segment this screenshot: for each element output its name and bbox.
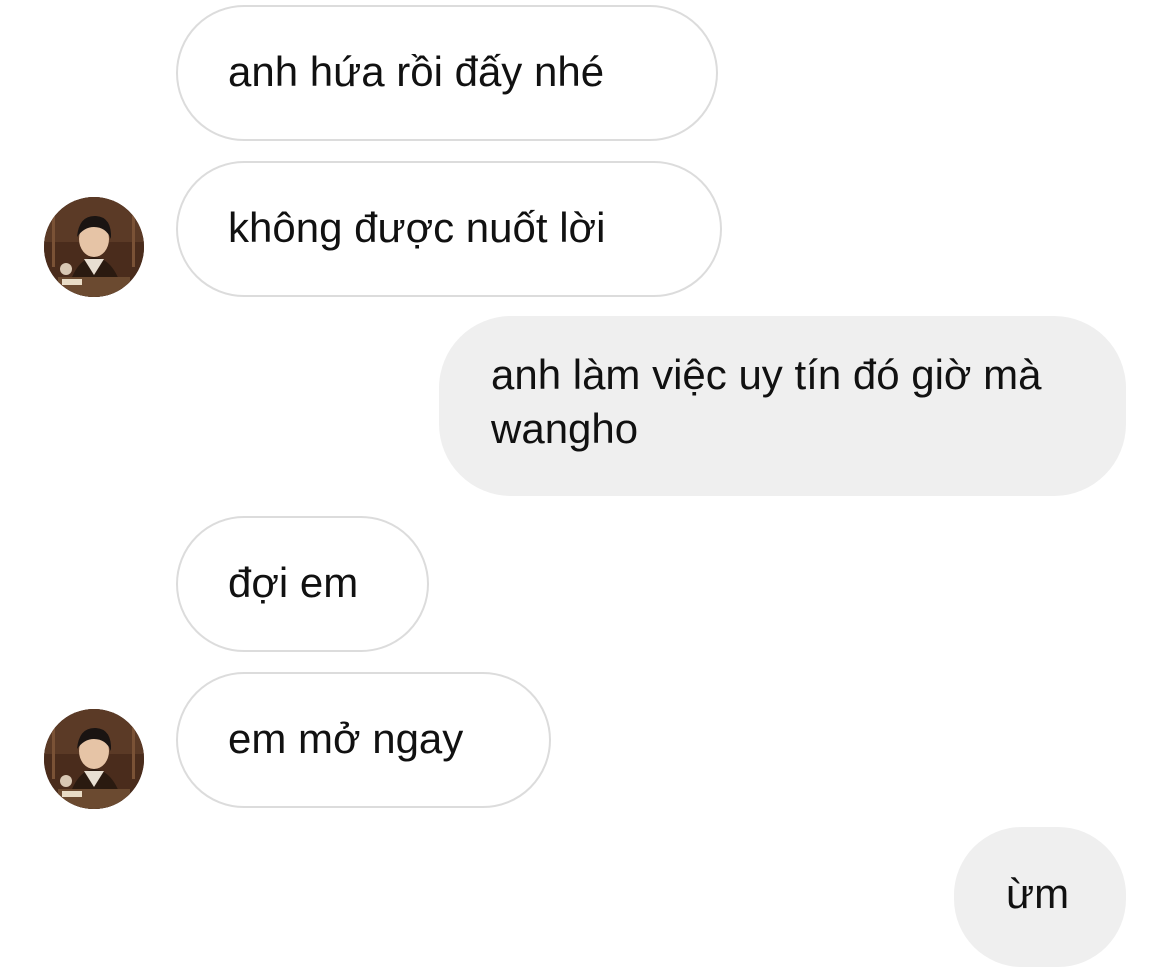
incoming-message-bubble[interactable]: đợi em [176, 516, 429, 652]
incoming-message-bubble[interactable]: anh hứa rồi đấy nhé [176, 5, 718, 141]
message-text: đợi em [228, 559, 359, 606]
avatar-photo-icon [44, 197, 144, 297]
message-text: em mở ngay [228, 715, 464, 762]
outgoing-message-bubble[interactable]: anh làm việc uy tín đó giờ mà wangho [439, 316, 1126, 496]
message-text: anh hứa rồi đấy nhé [228, 48, 605, 95]
message-text: không được nuốt lời [228, 204, 606, 251]
outgoing-message-bubble[interactable]: ừm [954, 827, 1126, 967]
contact-avatar[interactable] [44, 709, 144, 809]
incoming-message-bubble[interactable]: em mở ngay [176, 672, 551, 808]
avatar-photo-icon [44, 709, 144, 809]
message-text: anh làm việc uy tín đó giờ mà wangho [491, 351, 1042, 452]
incoming-message-bubble[interactable]: không được nuốt lời [176, 161, 722, 297]
message-text: ừm [1006, 870, 1070, 917]
contact-avatar[interactable] [44, 197, 144, 297]
